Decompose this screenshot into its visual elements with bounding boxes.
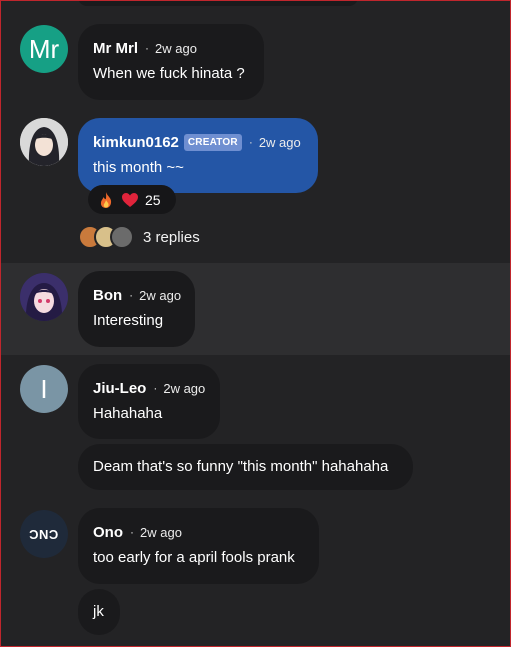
followup-bubble: Deam that's so funny "this month" hahaha… [78,444,413,490]
avatar-initials: I [40,374,48,404]
avatar-initials: Mr [28,34,60,64]
avatar[interactable] [20,273,68,321]
creator-avatar-image [20,118,68,166]
comment-timestamp[interactable]: 2w ago [140,525,182,540]
comment-timestamp[interactable]: 2w ago [139,288,181,303]
comment-text: When we fuck hinata ? [93,65,245,82]
view-replies-button[interactable]: 3 replies [78,224,200,250]
comment-text: too early for a april fools prank [93,549,295,566]
comment-author[interactable]: Jiu-Leo [93,380,146,397]
avatar[interactable]: ƆNƆ [20,510,68,558]
separator-dot: · [145,41,149,55]
avatar[interactable]: I [20,365,68,413]
separator-dot: · [248,135,253,149]
separator-dot: · [130,525,134,539]
comment-timestamp[interactable]: 2w ago [259,135,301,150]
avatar[interactable] [20,118,68,166]
comment-text: Deam that's so funny "this month" hahaha… [93,458,389,475]
comment-bubble-creator: kimkun0162 CREATOR · 2w ago this month ~… [78,118,318,193]
comment-timestamp[interactable]: 2w ago [163,381,205,396]
replies-label: 3 replies [143,228,200,246]
comment-text: Hahahaha [93,405,163,422]
fire-icon [100,191,112,208]
followup-bubble: jk [78,589,120,635]
avatar[interactable]: Mr [20,25,68,73]
comment-bubble: Mr Mrl · 2w ago When we fuck hinata ? [78,24,264,100]
avatar-initials: ƆNƆ [29,526,59,542]
separator-dot: · [129,288,134,302]
comment-text: this month ~~ [93,159,184,176]
reply-avatar [110,225,134,249]
reactions-pill[interactable]: 25 [88,185,176,214]
comment-bubble: Jiu-Leo · 2w ago Hahahaha [78,364,220,439]
heart-icon [122,192,138,207]
separator-dot: · [153,381,158,395]
comment-author[interactable]: kimkun0162 [93,134,179,151]
comment-author[interactable]: Mr Mrl [93,40,138,57]
creator-badge: CREATOR [183,133,242,151]
comment-author[interactable]: Ono [93,524,123,541]
comment-text: Interesting [93,312,164,329]
previous-comment-bubble [78,0,358,6]
anime-avatar-image [20,273,68,321]
reaction-count: 25 [145,191,161,208]
comment-timestamp[interactable]: 2w ago [155,41,197,56]
comment-text: jk [93,603,104,620]
comment-author[interactable]: Bon [93,287,122,304]
comment-bubble: Bon · 2w ago Interesting [78,271,195,347]
comment-bubble: Ono · 2w ago too early for a april fools… [78,508,319,584]
